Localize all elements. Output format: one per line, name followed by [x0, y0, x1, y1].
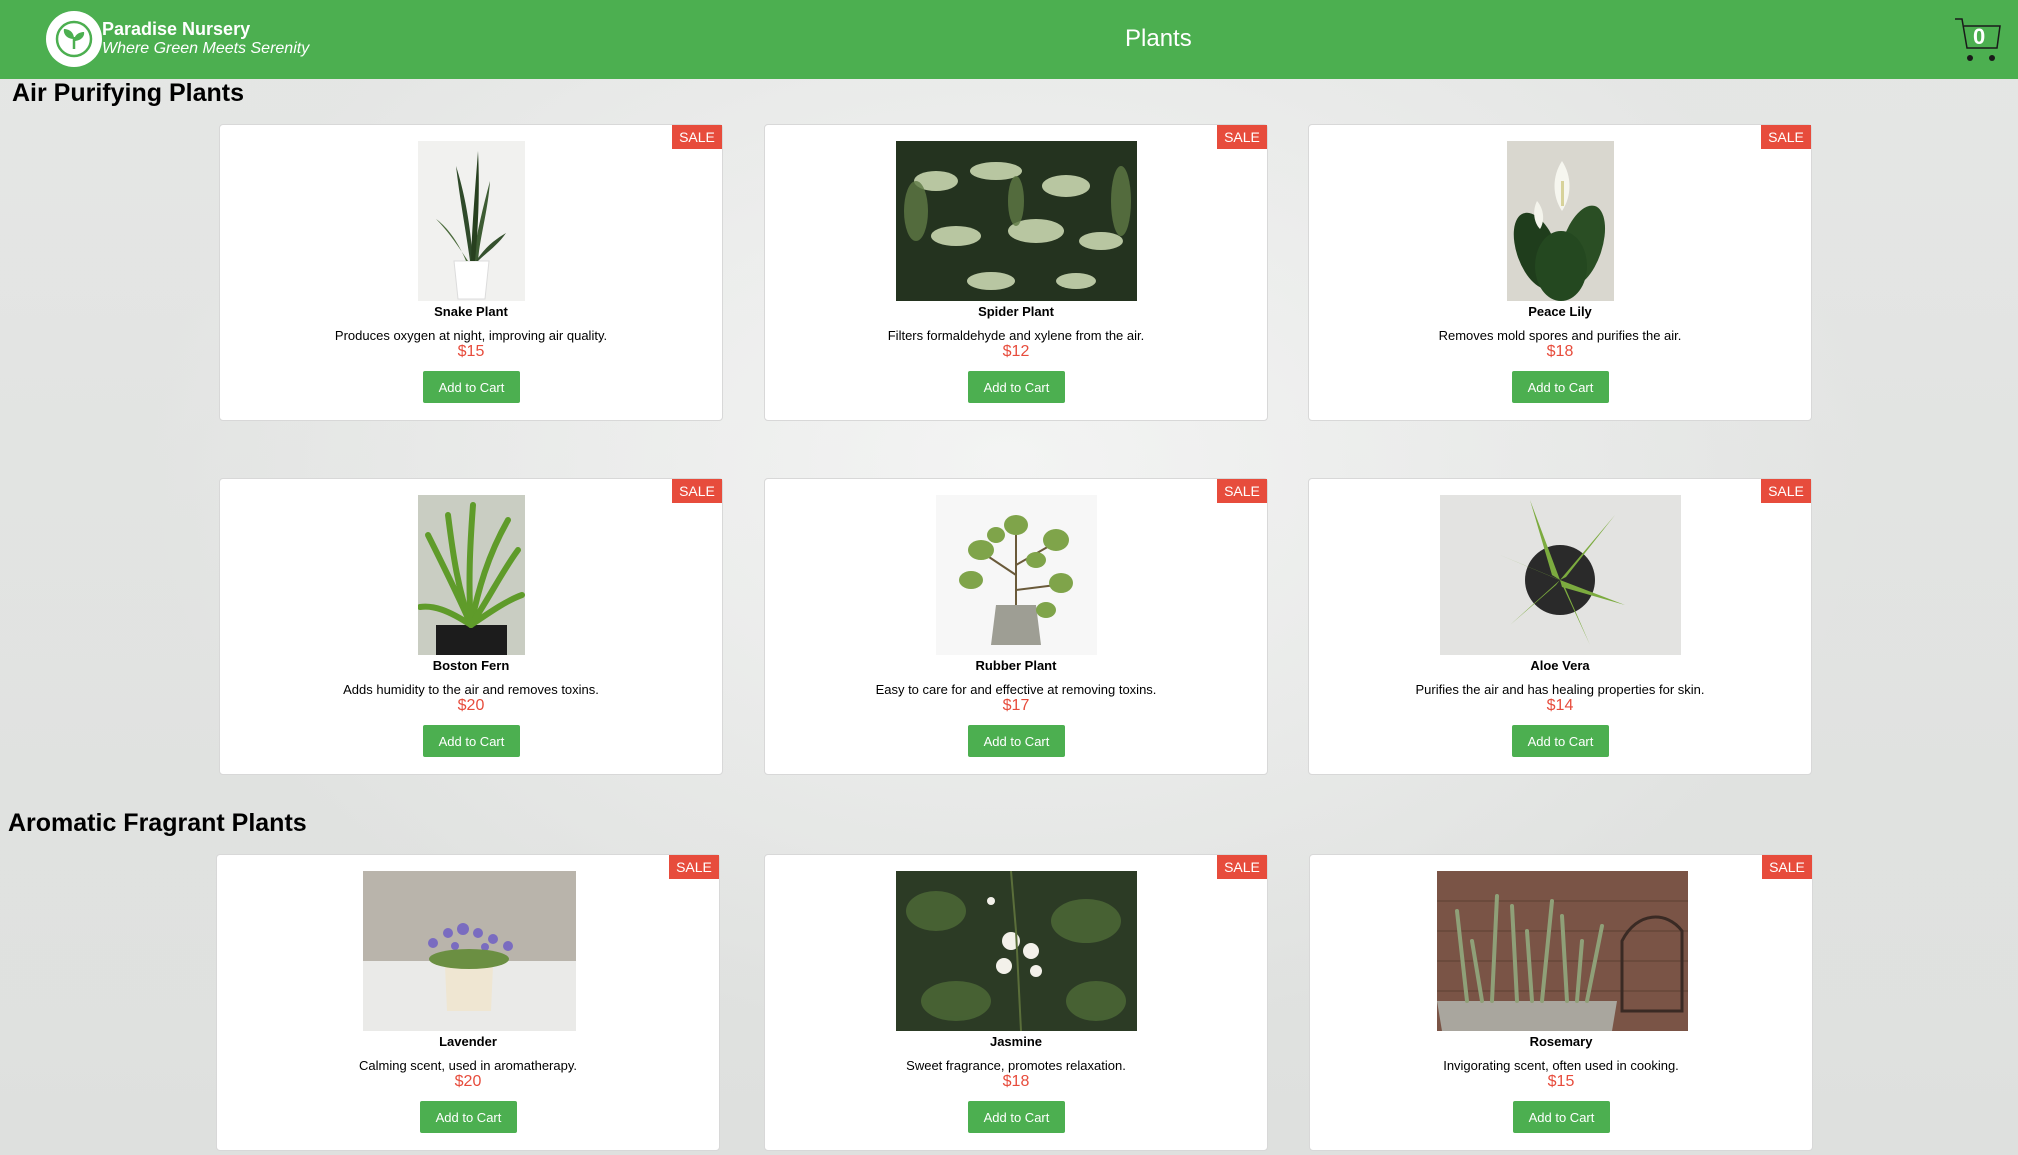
sale-badge: SALE	[669, 855, 719, 879]
product-card-lavender: SALE Lavender Calming scent, used in aro…	[216, 854, 720, 1151]
product-image-boston-fern	[418, 495, 525, 655]
navbar: Paradise Nursery Where Green Meets Seren…	[0, 0, 2018, 79]
add-to-cart-button[interactable]: Add to Cart	[1513, 1101, 1610, 1133]
product-image-jasmine	[896, 871, 1137, 1031]
product-name: Snake Plant	[434, 304, 508, 319]
product-price: $18	[1002, 1073, 1030, 1090]
product-card-snake-plant: SALE Snake Plant Produces oxygen at nigh…	[219, 124, 723, 421]
product-price: $12	[1002, 343, 1030, 360]
product-name: Peace Lily	[1528, 304, 1592, 319]
sale-badge: SALE	[672, 479, 722, 503]
sale-badge: SALE	[1217, 855, 1267, 879]
product-name: Boston Fern	[432, 658, 510, 673]
product-card-boston-fern: SALE Boston Fern Adds humidity to the ai…	[219, 478, 723, 775]
product-image-lavender	[363, 871, 576, 1031]
product-image-rosemary	[1437, 871, 1688, 1031]
product-image-aloe-vera	[1440, 495, 1681, 655]
product-description: Invigorating scent, often used in cookin…	[1443, 1058, 1679, 1073]
product-card-peace-lily: SALE Peace Lily Removes mold spores and …	[1308, 124, 1812, 421]
brand-tagline: Where Green Meets Serenity	[102, 40, 310, 57]
sale-badge: SALE	[1761, 125, 1811, 149]
product-name: Lavender	[439, 1034, 497, 1049]
product-price: $17	[1002, 697, 1030, 714]
product-description: Sweet fragrance, promotes relaxation.	[906, 1058, 1126, 1073]
add-to-cart-button[interactable]: Add to Cart	[423, 371, 520, 403]
leaf-logo-icon	[55, 20, 93, 58]
sale-badge: SALE	[1762, 855, 1812, 879]
product-price: $15	[1547, 1073, 1575, 1090]
add-to-cart-button[interactable]: Add to Cart	[423, 725, 520, 757]
sale-badge: SALE	[1761, 479, 1811, 503]
product-price: $20	[457, 697, 485, 714]
product-description: Produces oxygen at night, improving air …	[334, 328, 608, 343]
product-description: Calming scent, used in aromatherapy.	[359, 1058, 577, 1073]
logo[interactable]	[46, 11, 102, 67]
product-description: Removes mold spores and purifies the air…	[1438, 328, 1682, 343]
product-name: Aloe Vera	[1530, 658, 1590, 673]
product-name: Rubber Plant	[975, 658, 1057, 673]
add-to-cart-button[interactable]: Add to Cart	[420, 1101, 517, 1133]
section-title-air-purifying: Air Purifying Plants	[12, 79, 244, 107]
add-to-cart-button[interactable]: Add to Cart	[968, 725, 1065, 757]
cart-button[interactable]: 0	[1952, 14, 2002, 64]
product-card-rubber-plant: SALE Rubber Plant Easy to care for and e…	[764, 478, 1268, 775]
product-name: Jasmine	[989, 1034, 1043, 1049]
product-price: $20	[454, 1073, 482, 1090]
product-name: Spider Plant	[978, 304, 1054, 319]
product-image-peace-lily	[1507, 141, 1614, 301]
product-description: Easy to care for and effective at removi…	[875, 682, 1157, 697]
product-description: Adds humidity to the air and removes tox…	[343, 682, 599, 697]
cart-count: 0	[1973, 24, 1986, 49]
product-card-jasmine: SALE Jasmine Sweet fragrance, promotes r…	[764, 854, 1268, 1151]
section-title-aromatic-fragrant: Aromatic Fragrant Plants	[8, 809, 307, 837]
product-card-aloe-vera: SALE Aloe Vera Purifies the air and has …	[1308, 478, 1812, 775]
product-image-spider-plant	[896, 141, 1137, 301]
product-description: Purifies the air and has healing propert…	[1415, 682, 1705, 697]
product-name: Rosemary	[1529, 1034, 1593, 1049]
product-price: $15	[457, 343, 485, 360]
product-price: $14	[1546, 697, 1574, 714]
product-price: $18	[1546, 343, 1574, 360]
product-image-snake-plant	[418, 141, 525, 301]
product-card-spider-plant: SALE Spider Plant Filters formaldehyde a…	[764, 124, 1268, 421]
sale-badge: SALE	[672, 125, 722, 149]
product-description: Filters formaldehyde and xylene from the…	[887, 328, 1145, 343]
add-to-cart-button[interactable]: Add to Cart	[968, 1101, 1065, 1133]
product-image-rubber-plant	[936, 495, 1097, 655]
nav-title-plants[interactable]: Plants	[1125, 25, 1192, 53]
sale-badge: SALE	[1217, 125, 1267, 149]
sale-badge: SALE	[1217, 479, 1267, 503]
add-to-cart-button[interactable]: Add to Cart	[1512, 725, 1609, 757]
product-card-rosemary: SALE Rosemary Invigorating scent, often …	[1309, 854, 1813, 1151]
add-to-cart-button[interactable]: Add to Cart	[1512, 371, 1609, 403]
add-to-cart-button[interactable]: Add to Cart	[968, 371, 1065, 403]
brand-name[interactable]: Paradise Nursery	[102, 19, 250, 40]
